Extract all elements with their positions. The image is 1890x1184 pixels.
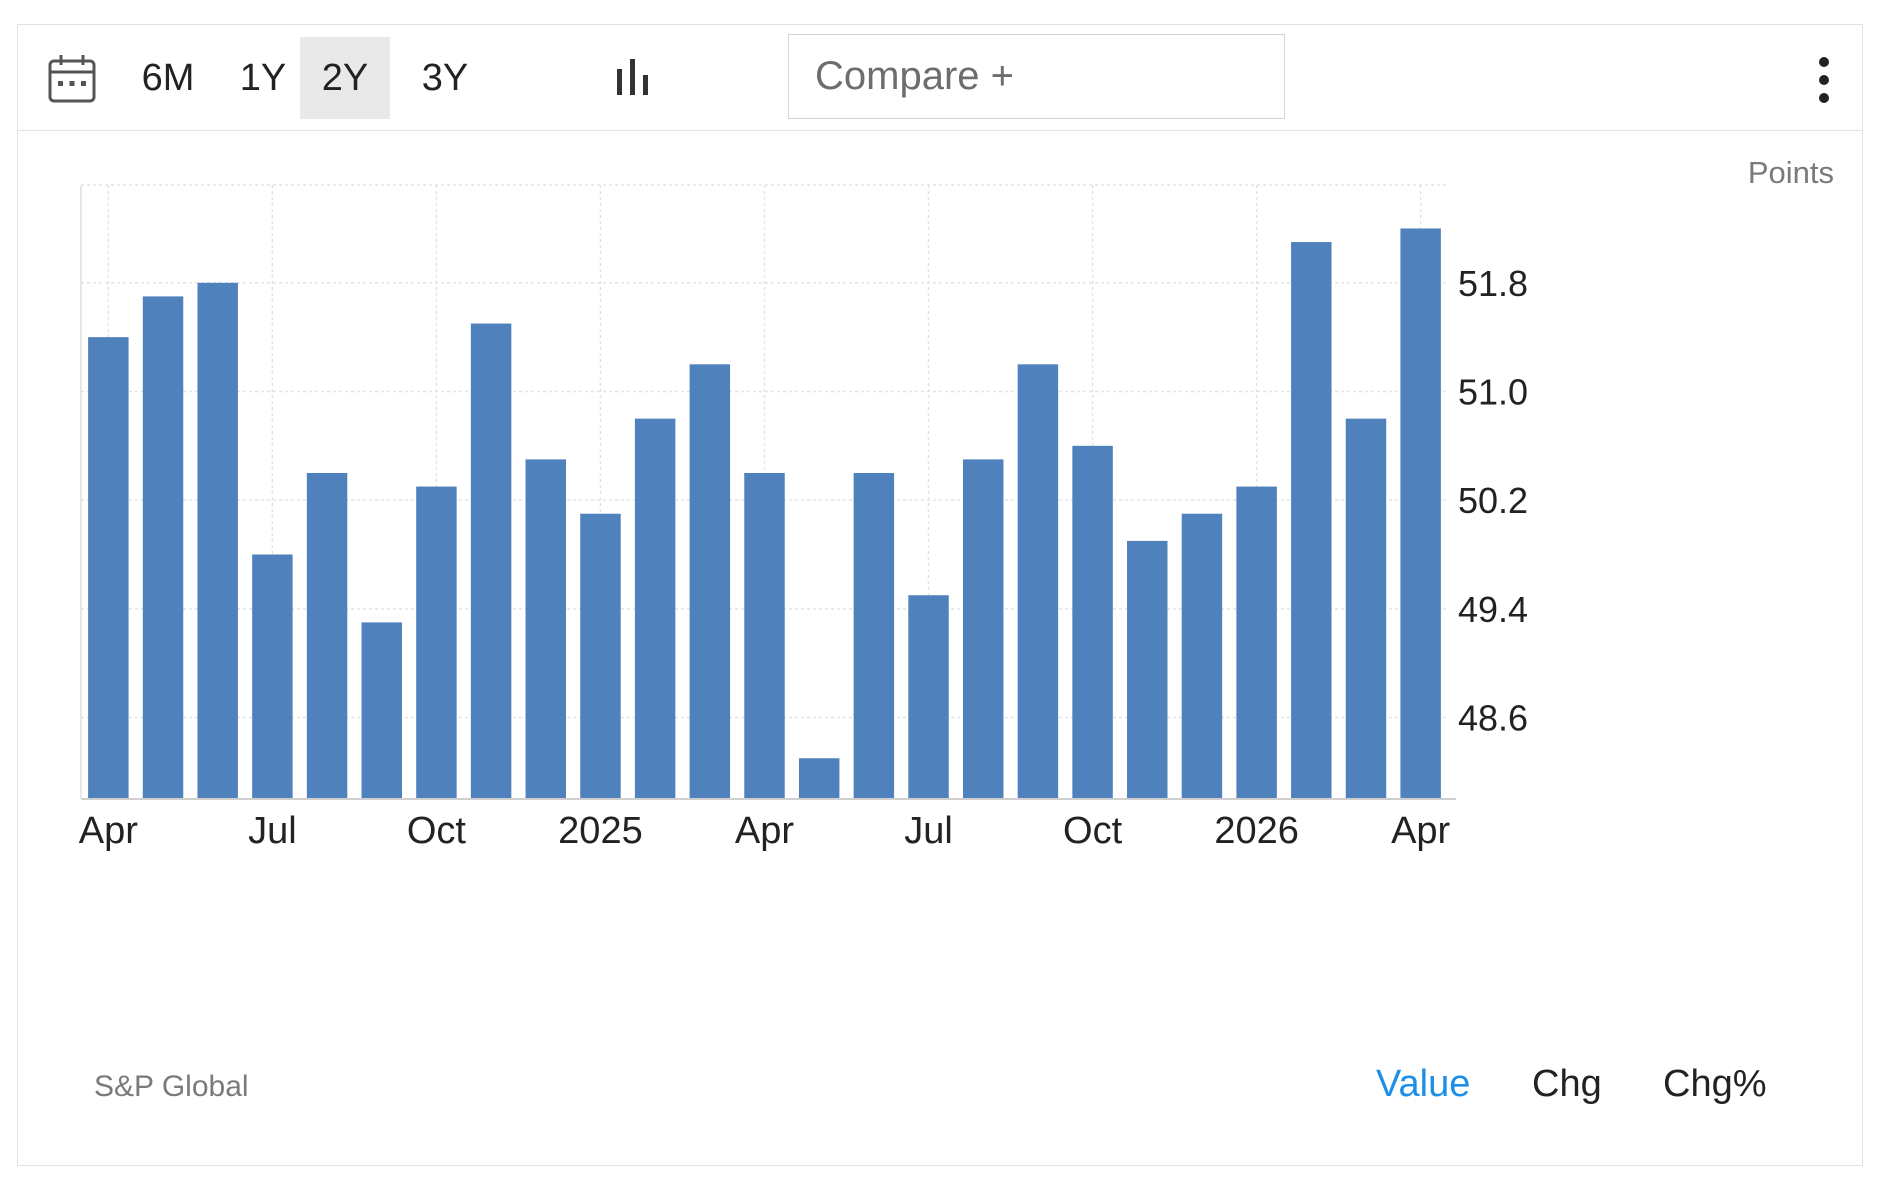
bar-nov-2024[interactable]: [470, 323, 512, 799]
bar-chart: 48.6 49.4 50.2 51.0 51.8 Apr Jul Oct 2025 Apr Jul O…: [79, 184, 1528, 852]
bar-feb-2025[interactable]: [634, 418, 676, 799]
y-tick-label: 51.8: [1458, 263, 1528, 304]
bar-jul-2025[interactable]: [908, 595, 949, 799]
y-tick-label: 51.0: [1458, 371, 1528, 412]
bar-apr-2026[interactable]: [1400, 228, 1441, 800]
x-tick-label: 2026: [1214, 810, 1299, 852]
x-tick-label: Oct: [407, 810, 467, 852]
bar-dec-2025[interactable]: [1181, 513, 1223, 799]
x-tick-label: Jul: [248, 810, 297, 852]
bar-jun-2024[interactable]: [197, 282, 238, 799]
y-tick-label: 50.2: [1458, 480, 1528, 521]
chart-card: 6M 1Y 2Y 3Y Compare + Points 48.6 49.4 50.…: [17, 24, 1863, 1166]
y-tick-label: 49.4: [1458, 589, 1528, 630]
bar-feb-2026[interactable]: [1291, 242, 1332, 799]
bar-may-2024[interactable]: [142, 296, 184, 799]
tab-chg-percent[interactable]: Chg%: [1663, 1063, 1767, 1106]
x-tick-label: Apr: [735, 810, 794, 852]
y-tick-label: 48.6: [1458, 697, 1528, 738]
bar-jan-2025[interactable]: [580, 513, 621, 799]
bar-aug-2024[interactable]: [306, 472, 348, 799]
bar-sep-2025[interactable]: [1017, 364, 1059, 799]
x-tick-label: Jul: [904, 810, 953, 852]
bar-dec-2024[interactable]: [525, 459, 567, 799]
bar-sep-2024[interactable]: [361, 622, 402, 799]
bar-jun-2025[interactable]: [853, 472, 895, 799]
bar-oct-2024[interactable]: [416, 486, 457, 799]
bar-apr-2024[interactable]: [88, 337, 129, 799]
tab-value[interactable]: Value: [1376, 1063, 1470, 1106]
bar-jul-2024[interactable]: [252, 554, 293, 799]
x-tick-label: 2025: [558, 810, 643, 852]
bar-oct-2025[interactable]: [1072, 445, 1113, 799]
bar-jan-2026[interactable]: [1236, 486, 1277, 799]
bar-aug-2025[interactable]: [962, 459, 1004, 799]
tab-chg[interactable]: Chg: [1532, 1063, 1602, 1106]
bar-mar-2025[interactable]: [689, 364, 731, 799]
bar-apr-2025[interactable]: [744, 472, 785, 799]
x-tick-label: Apr: [1391, 810, 1450, 852]
bar-may-2025[interactable]: [798, 758, 840, 799]
source-label: S&P Global: [94, 1070, 249, 1103]
bar-mar-2026[interactable]: [1345, 418, 1387, 799]
x-tick-label: Apr: [79, 810, 138, 852]
x-tick-label: Oct: [1063, 810, 1123, 852]
bar-nov-2025[interactable]: [1127, 540, 1168, 799]
